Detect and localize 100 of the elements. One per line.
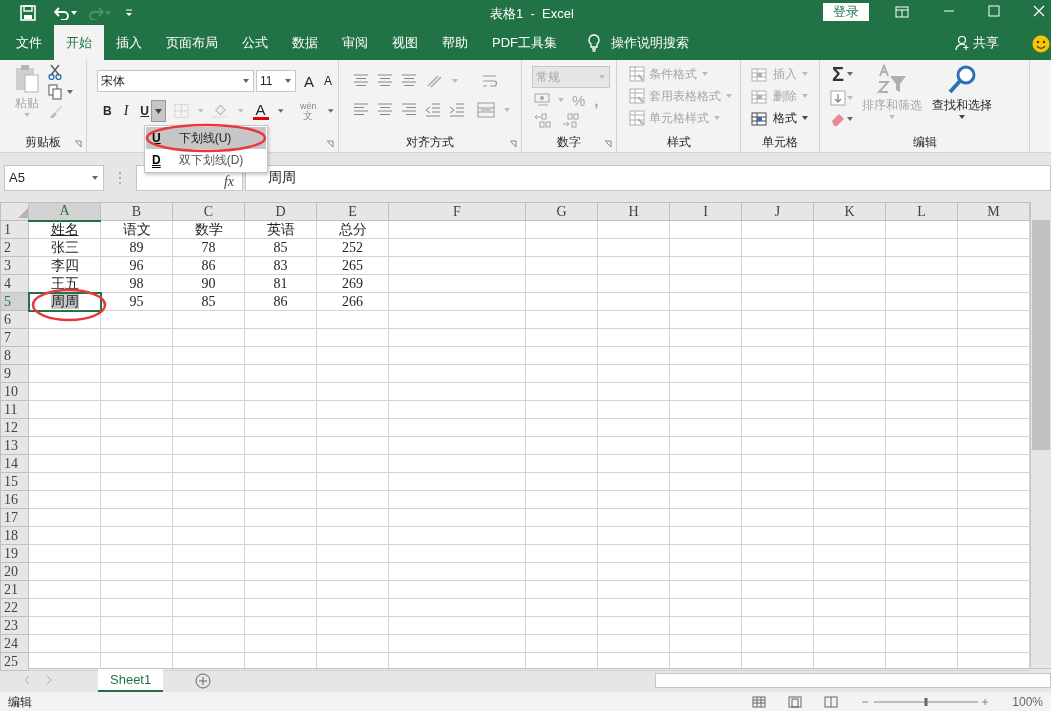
insert-function-button[interactable]: fx bbox=[223, 175, 234, 189]
normal-view-icon[interactable] bbox=[752, 695, 767, 708]
increase-indent-icon[interactable] bbox=[449, 102, 465, 118]
column-header[interactable]: B bbox=[100, 202, 173, 221]
ribbon-display-icon[interactable] bbox=[895, 6, 909, 18]
column-header[interactable]: C bbox=[172, 202, 245, 221]
ribbon-tab[interactable]: 审阅 bbox=[330, 27, 380, 58]
eraser-icon[interactable] bbox=[830, 112, 846, 126]
page-break-icon[interactable] bbox=[824, 695, 839, 708]
column-header[interactable]: M bbox=[957, 202, 1030, 221]
undo-icon[interactable] bbox=[54, 5, 70, 20]
font-color-button[interactable]: A bbox=[252, 102, 269, 120]
scissors-icon[interactable] bbox=[48, 64, 62, 80]
sheet-tab[interactable]: Sheet1 bbox=[98, 669, 164, 692]
sign-in-button[interactable]: 登录 bbox=[823, 3, 869, 21]
caret-icon[interactable] bbox=[326, 108, 334, 114]
copy-icon[interactable] bbox=[48, 84, 62, 100]
column-header[interactable]: D bbox=[244, 202, 317, 221]
cell-text: 总分 bbox=[338, 221, 367, 237]
zoom-slider[interactable] bbox=[860, 696, 991, 707]
autosum-button[interactable]: Σ bbox=[830, 64, 846, 84]
column-header[interactable]: J bbox=[741, 202, 814, 221]
save-icon[interactable] bbox=[20, 4, 36, 21]
caret-icon[interactable] bbox=[91, 175, 99, 181]
fill-down-icon[interactable] bbox=[830, 90, 846, 106]
align-left-icon[interactable] bbox=[353, 102, 369, 118]
caret-icon[interactable] bbox=[70, 9, 78, 16]
dialog-launcher-icon[interactable] bbox=[74, 140, 82, 148]
smiley-icon[interactable] bbox=[1032, 35, 1050, 53]
tell-me-search[interactable]: 操作说明搜索 bbox=[611, 32, 689, 53]
decrease-font-button[interactable]: A bbox=[322, 75, 334, 87]
caret-icon[interactable] bbox=[846, 116, 854, 122]
wrap-text-icon[interactable] bbox=[481, 72, 499, 90]
share-button[interactable]: 共享 bbox=[971, 36, 1001, 49]
close-icon[interactable] bbox=[1033, 5, 1045, 17]
column-header[interactable]: F bbox=[388, 202, 526, 221]
column-header[interactable]: I bbox=[669, 202, 742, 221]
column-header[interactable]: L bbox=[885, 202, 958, 221]
caret-icon[interactable] bbox=[276, 108, 285, 114]
ribbon-tab[interactable]: 页面布局 bbox=[154, 27, 230, 58]
align-top-icon[interactable] bbox=[353, 73, 369, 89]
caret-icon[interactable] bbox=[846, 71, 854, 77]
orientation-icon[interactable] bbox=[425, 73, 443, 89]
merge-center-icon[interactable] bbox=[477, 102, 495, 118]
font-name-field[interactable]: 宋体 bbox=[97, 70, 254, 92]
underline-dropdown-button[interactable] bbox=[151, 100, 166, 122]
ribbon-tab[interactable]: 文件 bbox=[4, 27, 54, 58]
ribbon-tab[interactable]: PDF工具集 bbox=[480, 27, 569, 58]
caret-icon[interactable] bbox=[242, 78, 250, 84]
column-header[interactable]: G bbox=[525, 202, 598, 221]
currency-icon[interactable] bbox=[534, 92, 552, 108]
ribbon-tab[interactable]: 开始 bbox=[54, 25, 104, 60]
italic-button[interactable]: I bbox=[121, 104, 131, 118]
bold-button[interactable]: B bbox=[101, 105, 114, 117]
dialog-launcher-icon[interactable] bbox=[509, 140, 517, 148]
name-box[interactable]: A5 bbox=[4, 165, 104, 191]
fill-color-icon[interactable] bbox=[212, 102, 230, 120]
scroll-right-icon[interactable] bbox=[46, 676, 52, 684]
find-select-button[interactable]: 查找和选择 bbox=[930, 64, 994, 120]
caret-icon[interactable] bbox=[284, 78, 292, 84]
increase-decimal-icon[interactable] bbox=[534, 112, 552, 128]
search-icon bbox=[947, 64, 977, 96]
person-add-icon bbox=[955, 34, 969, 51]
font-size-field[interactable]: 11 bbox=[256, 70, 296, 92]
column-header[interactable]: E bbox=[316, 202, 389, 221]
ribbon-tab[interactable]: 帮助 bbox=[430, 27, 480, 58]
group-label: 单元格 bbox=[762, 134, 798, 151]
formula-field[interactable]: 周周 bbox=[245, 165, 1051, 191]
cells-menu-button[interactable]: 格式 bbox=[749, 110, 815, 126]
align-middle-icon[interactable] bbox=[377, 73, 393, 89]
window-title: 表格1 - Excel bbox=[490, 5, 574, 23]
align-center-icon[interactable] bbox=[377, 102, 393, 118]
dialog-launcher-icon[interactable] bbox=[604, 140, 612, 148]
clipboard-icon bbox=[14, 64, 40, 94]
align-right-icon[interactable] bbox=[401, 102, 417, 118]
ribbon-tab[interactable]: 公式 bbox=[230, 27, 280, 58]
column-header[interactable]: H bbox=[597, 202, 670, 221]
page-layout-icon[interactable] bbox=[788, 695, 803, 708]
caret-icon[interactable] bbox=[958, 114, 966, 120]
ribbon-tab[interactable]: 视图 bbox=[380, 27, 430, 58]
ribbon-tab[interactable]: 插入 bbox=[104, 27, 154, 58]
horizontal-scrollbar[interactable] bbox=[655, 673, 1051, 688]
cell-text: 王五 bbox=[50, 275, 79, 291]
add-sheet-icon[interactable] bbox=[195, 672, 212, 689]
column-header[interactable]: K bbox=[813, 202, 886, 221]
column-header[interactable]: A bbox=[28, 202, 101, 221]
increase-font-button[interactable]: A bbox=[302, 73, 316, 89]
vertical-scrollbar[interactable] bbox=[1030, 202, 1051, 668]
decrease-indent-icon[interactable] bbox=[425, 102, 441, 118]
decrease-decimal-icon[interactable] bbox=[562, 112, 580, 128]
dialog-launcher-icon[interactable] bbox=[326, 140, 334, 148]
underline-button[interactable]: U bbox=[138, 105, 151, 117]
caret-icon[interactable] bbox=[66, 89, 74, 95]
scroll-left-icon[interactable] bbox=[24, 676, 30, 684]
align-bottom-icon[interactable] bbox=[401, 73, 417, 89]
zoom-level[interactable]: 100% bbox=[1012, 692, 1043, 711]
customize-icon[interactable] bbox=[124, 7, 134, 18]
maximize-icon[interactable] bbox=[988, 5, 1000, 17]
caret-icon[interactable] bbox=[801, 115, 809, 121]
ribbon-tab[interactable]: 数据 bbox=[280, 27, 330, 58]
